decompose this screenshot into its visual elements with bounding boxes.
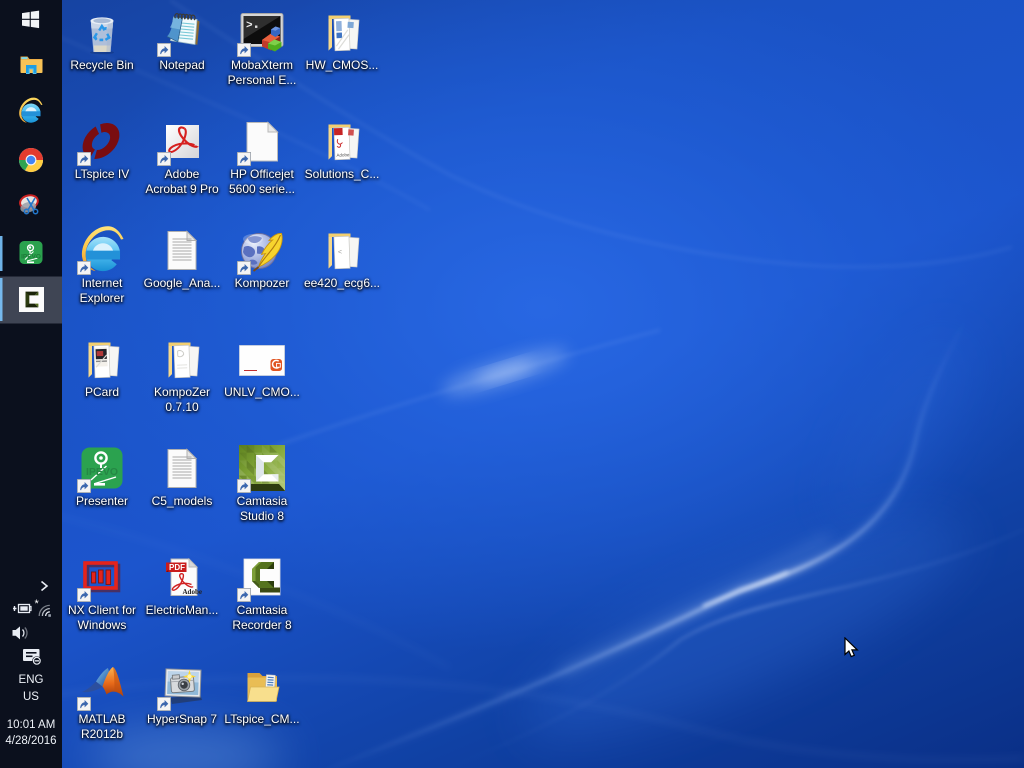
svg-text:10:01 AM: 10:01 AM [7, 719, 56, 731]
svg-text:Adobe: Adobe [183, 588, 202, 596]
svg-text:IPEVO: IPEVO [86, 466, 118, 478]
svg-text:IPEVO: IPEVO [21, 254, 41, 261]
svg-text:PDF: PDF [169, 563, 185, 572]
svg-text:US: US [23, 691, 39, 703]
svg-text:ENG: ENG [19, 674, 44, 686]
svg-text:Adobe: Adobe [336, 152, 350, 157]
svg-text:4/28/2016: 4/28/2016 [5, 735, 56, 747]
svg-text:<: < [338, 249, 342, 256]
svg-text:*: * [35, 598, 40, 610]
svg-text:>: > [246, 20, 253, 32]
